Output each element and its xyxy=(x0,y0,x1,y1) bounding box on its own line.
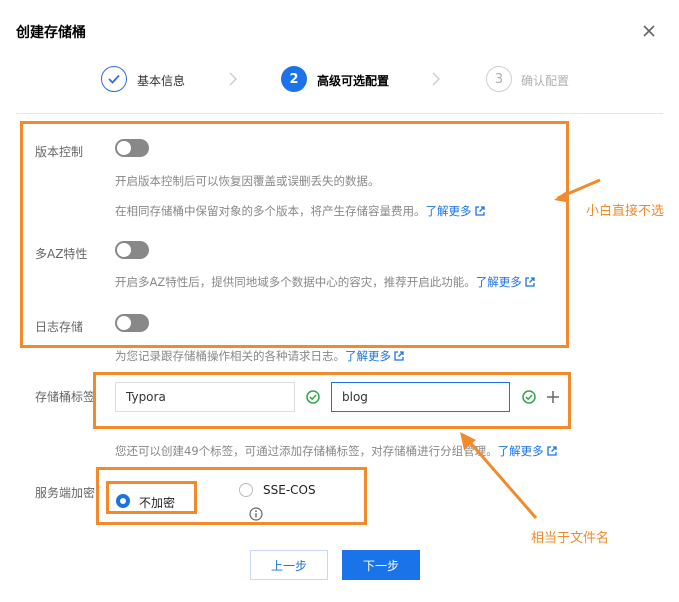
step-2-label: 高级可选配置 xyxy=(317,74,390,88)
step-1-indicator xyxy=(101,66,127,92)
header-divider xyxy=(16,113,663,114)
chevron-right-icon xyxy=(432,72,440,86)
next-step-button[interactable]: 下一步 xyxy=(342,550,420,580)
step-1-label: 基本信息 xyxy=(137,74,186,88)
tags-label: 存储桶标签 xyxy=(35,390,96,404)
annotation-box-tags xyxy=(93,372,571,429)
step-3-indicator: 3 xyxy=(486,66,512,92)
check-icon xyxy=(108,74,120,84)
logging-desc: 为您记录跟存储桶操作相关的各种请求日志。了解更多 xyxy=(115,348,404,364)
annotation-arrow-icon xyxy=(460,432,538,519)
encryption-label: 服务端加密 xyxy=(35,486,96,500)
dialog-title: 创建存储桶 xyxy=(16,25,86,41)
annotation-text-top: 小白直接不选 xyxy=(586,204,665,219)
step-3-label: 确认配置 xyxy=(521,74,570,88)
annotation-box-toggles xyxy=(20,121,569,348)
annotation-box-no-encryption xyxy=(106,481,197,514)
step-2-indicator: 2 xyxy=(281,66,307,92)
prev-step-button[interactable]: 上一步 xyxy=(250,550,328,580)
logging-learn-more-link[interactable]: 了解更多 xyxy=(345,349,391,363)
chevron-right-icon xyxy=(229,72,237,86)
annotation-text-bottom: 相当于文件名 xyxy=(531,531,610,546)
close-icon[interactable] xyxy=(640,22,658,40)
external-link-icon[interactable] xyxy=(394,351,404,361)
